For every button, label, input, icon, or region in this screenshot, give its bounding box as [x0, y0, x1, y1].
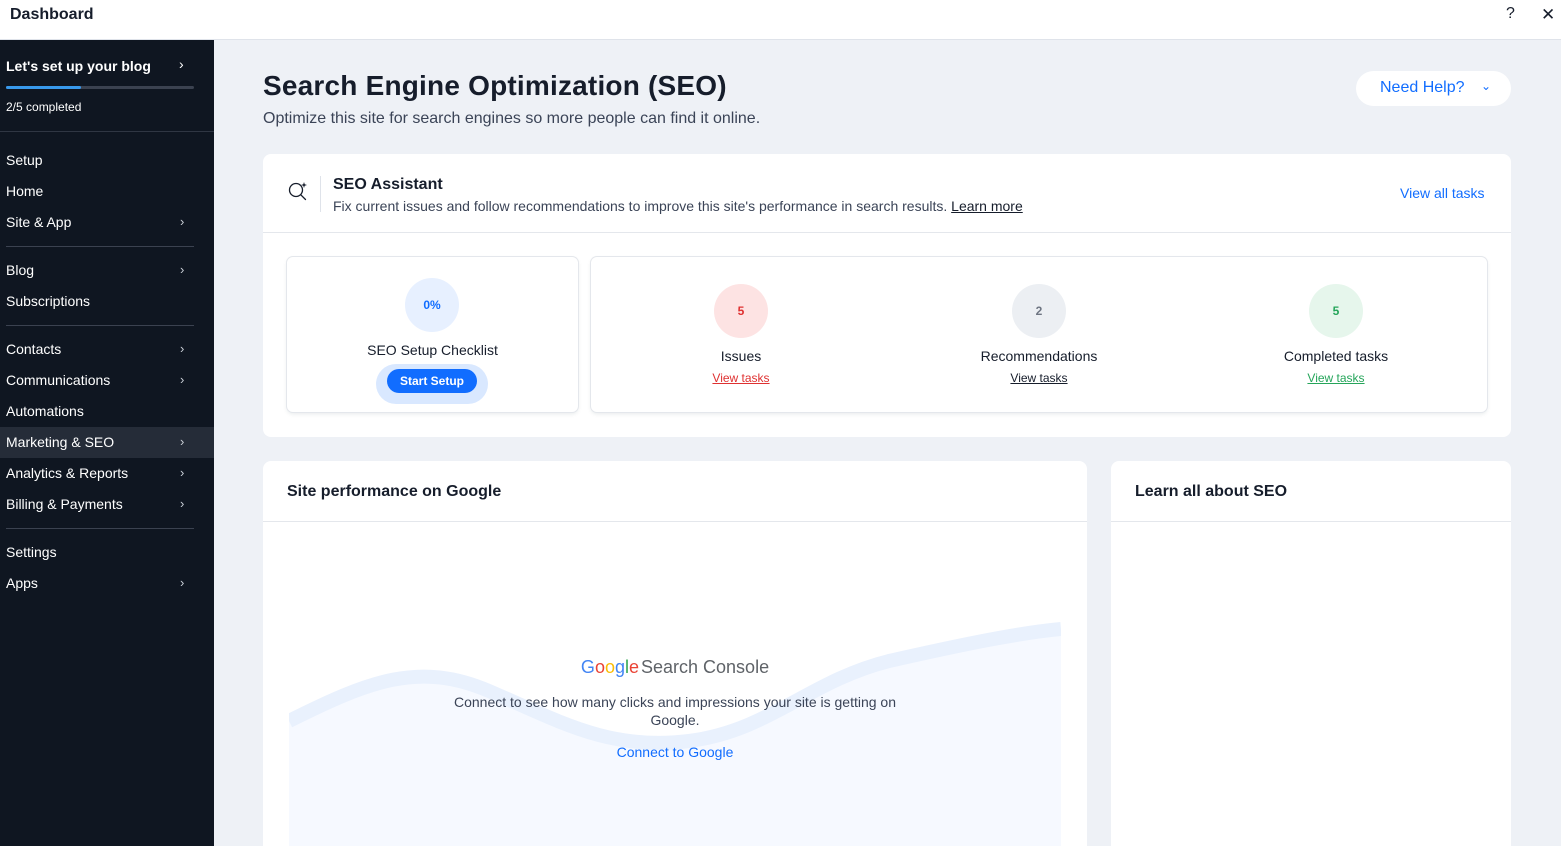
google-letter: g	[614, 657, 625, 677]
start-setup-button[interactable]: Start Setup	[387, 369, 477, 393]
recommendations-count-circle: 2	[1012, 284, 1066, 338]
chevron-right-icon: ›	[180, 214, 185, 229]
google-letter: o	[604, 657, 615, 677]
header-divider	[320, 176, 321, 212]
chevron-right-icon: ›	[180, 434, 185, 449]
close-icon[interactable]: ✕	[1541, 5, 1555, 25]
sidebar-item-label: Blog	[6, 262, 35, 278]
chevron-right-icon: ›	[180, 575, 185, 590]
seo-assistant-card: SEO Assistant Fix current issues and fol…	[263, 154, 1511, 437]
sidebar-item-communications[interactable]: Communications ›	[0, 365, 214, 396]
setup-progress-bar	[6, 86, 194, 89]
sidebar-item-label: Analytics & Reports	[6, 465, 129, 481]
completed-view-tasks-link[interactable]: View tasks	[1236, 371, 1436, 385]
setup-progress-widget[interactable]: Let's set up your blog › 2/5 completed	[0, 40, 214, 132]
issues-view-tasks-link[interactable]: View tasks	[641, 371, 841, 385]
need-help-button[interactable]: Need Help? ⌄	[1356, 71, 1511, 106]
google-letter: G	[580, 657, 595, 677]
sidebar-item-label: Communications	[6, 372, 111, 388]
window-titlebar: Dashboard ? ✕	[0, 0, 1561, 40]
seo-assistant-title: SEO Assistant	[333, 176, 443, 193]
chevron-right-icon: ›	[180, 372, 185, 387]
learn-seo-card: Learn all about SEO	[1111, 461, 1511, 846]
sidebar-item-home[interactable]: Home	[0, 176, 214, 207]
issues-label: Issues	[720, 348, 762, 364]
need-help-label: Need Help?	[1380, 79, 1465, 96]
sidebar-item-label: Marketing & SEO	[6, 434, 115, 450]
checklist-label: SEO Setup Checklist	[367, 342, 498, 358]
sidebar-item-blog[interactable]: Blog ›	[0, 255, 214, 286]
sidebar-item-apps[interactable]: Apps ›	[0, 568, 214, 599]
chevron-right-icon: ›	[180, 262, 185, 277]
learn-seo-header: Learn all about SEO	[1111, 461, 1511, 522]
chevron-right-icon[interactable]: ›	[179, 56, 184, 72]
seo-setup-checklist-box: 0% SEO Setup Checklist Start Setup	[287, 257, 578, 412]
site-performance-title: Site performance on Google	[287, 483, 502, 500]
google-search-console-logo: Google Search Console	[263, 657, 1087, 678]
sidebar-item-subscriptions[interactable]: Subscriptions	[0, 286, 214, 317]
search-console-wordmark: Search Console	[641, 657, 770, 677]
google-letter: o	[594, 657, 605, 677]
sidebar-item-label: Home	[6, 183, 44, 199]
seo-assistant-header: SEO Assistant Fix current issues and fol…	[263, 154, 1511, 233]
sidebar-item-automations[interactable]: Automations	[0, 396, 214, 427]
setup-progress-text: 2/5 completed	[6, 100, 82, 114]
issues-count-circle: 5	[714, 284, 768, 338]
learn-seo-title: Learn all about SEO	[1135, 483, 1288, 500]
chevron-right-icon: ›	[180, 465, 185, 480]
learn-more-link[interactable]: Learn more	[951, 198, 1023, 214]
google-wordmark: Google	[581, 657, 639, 677]
setup-title[interactable]: Let's set up your blog	[6, 58, 151, 74]
page-title: Search Engine Optimization (SEO)	[263, 70, 727, 101]
completed-count-circle: 5	[1309, 284, 1363, 338]
connect-to-google-link[interactable]: Connect to Google	[263, 744, 1087, 760]
sidebar-item-marketing-seo[interactable]: Marketing & SEO ›	[0, 427, 214, 458]
sidebar-item-label: Site & App	[6, 214, 72, 230]
page-subtitle: Optimize this site for search engines so…	[263, 110, 761, 127]
sidebar-item-label: Contacts	[6, 341, 62, 357]
recommendations-view-tasks-link[interactable]: View tasks	[939, 371, 1139, 385]
site-performance-card: Site performance on Google Google Search …	[263, 461, 1087, 846]
sidebar-item-label: Settings	[6, 544, 57, 560]
seo-assistant-description: Fix current issues and follow recommenda…	[333, 198, 1023, 214]
sidebar-divider	[6, 528, 194, 529]
performance-placeholder-graph	[289, 622, 1061, 846]
seo-description-text: Fix current issues and follow recommenda…	[333, 198, 948, 214]
recommendations-label: Recommendations	[980, 348, 1098, 364]
sidebar-divider	[6, 246, 194, 247]
window-title: Dashboard	[10, 6, 94, 23]
sidebar-item-label: Subscriptions	[6, 293, 91, 309]
search-sparkle-icon	[288, 182, 307, 201]
sidebar-item-label: Billing & Payments	[6, 496, 123, 512]
sidebar-item-billing-payments[interactable]: Billing & Payments ›	[0, 489, 214, 520]
sidebar-item-settings[interactable]: Settings	[0, 537, 214, 568]
sidebar-item-site-app[interactable]: Site & App ›	[0, 207, 214, 238]
sidebar-item-label: Apps	[6, 575, 38, 591]
checklist-percent-circle: 0%	[405, 278, 459, 332]
help-icon[interactable]: ?	[1506, 5, 1515, 23]
sidebar-item-contacts[interactable]: Contacts ›	[0, 334, 214, 365]
sidebar: Let's set up your blog › 2/5 completed S…	[0, 40, 214, 846]
main-content: Search Engine Optimization (SEO) Optimiz…	[214, 40, 1561, 846]
setup-progress-fill	[6, 86, 82, 89]
gsc-description: Connect to see how many clicks and impre…	[454, 694, 896, 728]
seo-task-stats-box: 5 Issues View tasks 2 Recommendations Vi…	[591, 257, 1487, 412]
sidebar-item-label: Automations	[6, 403, 84, 419]
chevron-right-icon: ›	[180, 496, 185, 511]
site-performance-header: Site performance on Google	[263, 461, 1087, 522]
sidebar-item-setup[interactable]: Setup	[0, 145, 214, 176]
google-letter: e	[628, 657, 639, 677]
sidebar-divider	[6, 325, 194, 326]
chevron-down-icon: ⌄	[1481, 79, 1492, 93]
completed-label: Completed tasks	[1283, 348, 1389, 364]
view-all-tasks-link[interactable]: View all tasks	[1400, 185, 1485, 201]
chevron-right-icon: ›	[180, 341, 185, 356]
sidebar-item-analytics-reports[interactable]: Analytics & Reports ›	[0, 458, 214, 489]
sidebar-item-label: Setup	[6, 152, 43, 168]
